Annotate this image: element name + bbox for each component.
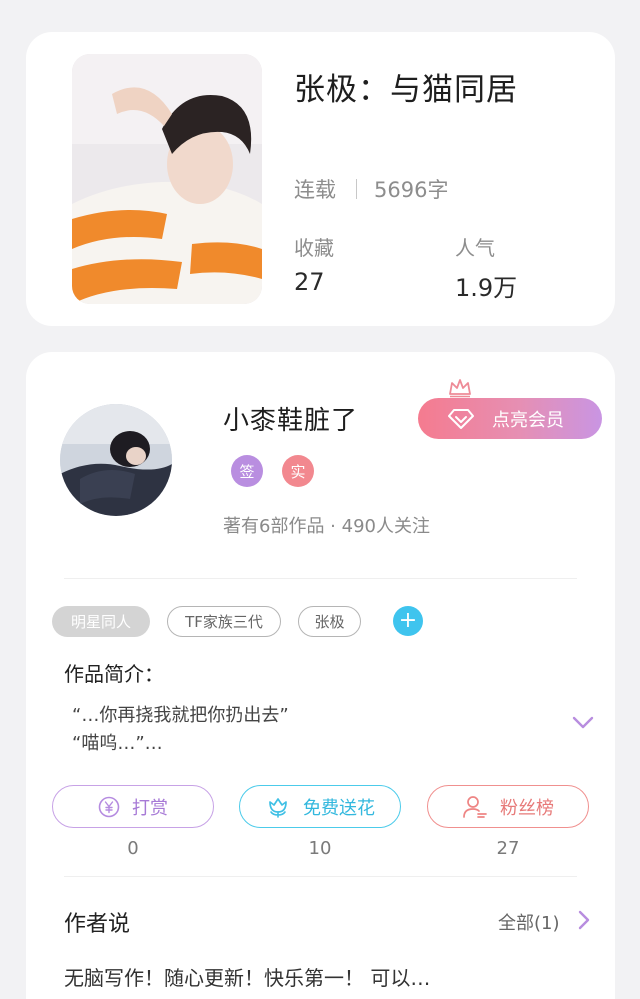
tag-character[interactable]: 张极 [298,606,361,637]
popularity-count: 1.9万 [455,274,518,302]
signed-badge: 签 [231,455,263,487]
crown-icon [449,379,471,398]
yen-coin-icon [98,796,120,817]
book-title: 张极：与猫同居 [294,72,518,108]
send-flower-label: 免费送花 [303,797,375,819]
serial-status: 连载 [294,178,336,202]
reward-button[interactable]: 打赏 [52,785,214,828]
flower-icon [269,797,287,818]
author-name[interactable]: 小桼鞋脏了 [223,400,358,437]
verified-badge: 实 [282,455,314,487]
intro-title: 作品简介： [64,662,164,686]
intro-text: “…你再挠我就把你扔出去” “喵呜…”… [72,705,289,754]
author-say-all-link[interactable]: 全部(1) [498,909,560,935]
favorites-count: 27 [294,268,325,296]
fan-ranking-button[interactable]: 粉丝榜 [427,785,589,828]
book-cover-image[interactable] [72,54,262,304]
divider [64,876,577,877]
author-say-text[interactable]: 无脑写作！随心更新！快乐第一！ 可以… [64,962,430,991]
reward-label: 打赏 [132,797,168,819]
word-count: 5696字 [374,178,449,202]
add-tag-button[interactable]: + [393,606,423,636]
meta-divider [356,179,357,199]
popularity-label: 人气 [455,236,495,260]
divider [64,578,577,579]
fan-count: 27 [496,838,520,859]
book-meta: 连载 5696字 [294,174,448,204]
tag-category[interactable]: 明星同人 [52,606,150,637]
user-rank-icon [463,795,487,818]
diamond-icon [448,408,474,429]
send-flower-button[interactable]: 免费送花 [239,785,401,828]
favorites-label: 收藏 [294,236,334,260]
vip-button-label: 点亮会员 [492,409,564,431]
book-info-card: 张极：与猫同居 连载 5696字 收藏 27 人气 1.9万 [26,32,615,326]
flower-count: 10 [308,838,332,859]
chevron-down-icon[interactable] [572,716,594,730]
reward-count: 0 [127,838,139,859]
chevron-right-icon[interactable] [578,910,590,930]
author-avatar[interactable] [60,404,172,516]
vip-membership-button[interactable]: 点亮会员 [418,398,602,439]
tag-series[interactable]: TF家族三代 [167,606,281,637]
fan-ranking-label: 粉丝榜 [500,797,554,819]
author-stats: 著有6部作品 · 490人关注 [223,516,430,537]
author-card: 小桼鞋脏了 签 实 著有6部作品 · 490人关注 点亮会员 明星同人 TF家族… [26,352,615,999]
author-say-title: 作者说 [64,912,131,937]
